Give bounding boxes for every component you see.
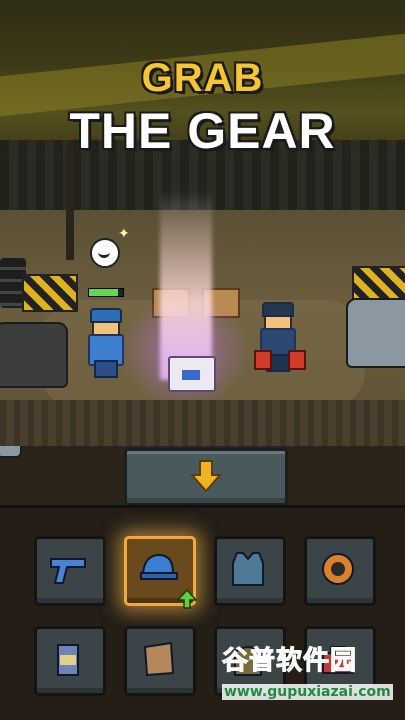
inventory-slot-pistol[interactable] [34,536,106,606]
fuel-can-icon [254,350,272,370]
inventory-slot-cap[interactable] [124,536,197,609]
body-armor-vest-icon [232,552,264,586]
watermark-url: www.gupuxiazai.com [222,684,393,700]
upgrade-arrow-icon [177,589,197,609]
sparkle-icon: ✦ [118,226,130,242]
inventory-slot-knuckles[interactable] [304,536,376,606]
inventory-slot-cloth[interactable] [124,626,196,696]
watermark: 谷普软件园 www.gupuxiazai.com [221,636,402,716]
hazard-barrier-left [22,274,78,312]
cloth-scrap-icon [143,641,175,677]
watermark-chinese: 谷普软件园 [221,646,358,677]
headline-line1: GRAB [141,56,264,100]
happy-emote-icon [90,238,120,268]
npc-cap [262,302,294,317]
health-bar [88,288,124,297]
headline-line2: THE GEAR [69,103,336,159]
survivor-player[interactable] [86,308,124,378]
player-legs [94,360,118,378]
wooden-fence [0,400,405,446]
game-scene: ✦ GRAB THE GEAR 谷普软件园 www.gupuxiazai.com [0,0,405,720]
drop-loot-button[interactable] [124,448,288,506]
brass-knuckles-icon [322,553,354,585]
pistol-icon [50,558,86,584]
player-cap [90,308,122,323]
health-bar-fill [89,289,118,296]
down-arrow-icon [190,460,222,493]
wrecked-car-right [346,298,405,368]
inventory-slot-can[interactable] [34,626,106,696]
fuel-can-icon [288,350,306,370]
inventory-slot-vest[interactable] [214,536,286,606]
baseball-cap-icon [140,553,178,580]
loot-light-beam [160,190,212,380]
loot-box-tag [182,370,200,380]
loot-drop-box[interactable] [168,356,216,392]
wrecked-car-left [0,322,68,388]
canned-food-icon [57,644,79,676]
